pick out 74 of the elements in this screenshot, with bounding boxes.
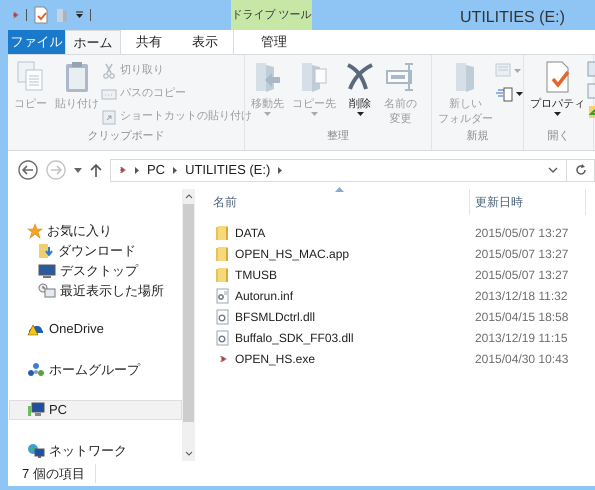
- sidebar-item[interactable]: ネットワーク: [9, 441, 182, 461]
- window-title: UTILITIES (E:): [460, 8, 565, 28]
- file-name[interactable]: OPEN_HS.exe: [235, 350, 316, 368]
- recent-locations-button[interactable]: [74, 168, 82, 172]
- modified-date: 2015/04/30 10:43: [474, 350, 568, 368]
- sidebar-item[interactable]: ダウンロード: [9, 241, 182, 261]
- file-name[interactable]: BFSMLDctrl.dll: [235, 308, 316, 326]
- column-header[interactable]: 更新日時: [469, 189, 579, 215]
- chevron-right-icon: [173, 166, 178, 174]
- computer-icon: [27, 402, 45, 418]
- sidebar-item[interactable]: 最近表示した場所: [9, 281, 182, 301]
- recent-places-icon: [38, 283, 56, 299]
- up-arrow-icon: [90, 163, 102, 177]
- gear-file-icon: [215, 330, 229, 346]
- ribbon-tab[interactable]: 共有: [121, 30, 177, 54]
- star-icon: [27, 223, 43, 239]
- shortcut-icon: [101, 108, 117, 124]
- ribbon-group-label: クリップボード: [86, 128, 166, 144]
- file-name[interactable]: Autorun.inf: [235, 286, 294, 304]
- ribbon-group-label: 新規: [466, 128, 490, 144]
- back-button[interactable]: [18, 160, 38, 180]
- file-name[interactable]: OPEN_HS_MAC.app: [235, 244, 350, 262]
- folder-icon: [55, 7, 69, 23]
- homegroup-icon: [27, 362, 45, 378]
- sidebar-item[interactable]: お気に入り: [9, 221, 182, 241]
- up-button[interactable]: [90, 163, 102, 177]
- sidebar-item[interactable]: ホームグループ: [9, 360, 182, 380]
- chevron-right-icon: [278, 166, 282, 174]
- folder-icon: [215, 246, 229, 262]
- modified-date: 2015/05/07 13:27: [474, 246, 568, 262]
- modified-date: 2015/04/15 18:58: [474, 308, 568, 326]
- new-item-icon: [495, 62, 511, 78]
- settings-file-icon: [215, 288, 229, 304]
- monitor-icon: [38, 264, 56, 278]
- download-folder-icon: [38, 243, 54, 259]
- modified-date: 2015/05/07 13:27: [474, 266, 568, 284]
- ribbon-tab[interactable]: ホーム: [65, 30, 121, 54]
- scroll-down-icon: [184, 451, 192, 456]
- gear-file-icon: [215, 308, 229, 324]
- ribbon-group-label: 整理: [326, 129, 350, 144]
- file-name[interactable]: Buffalo_SDK_FF03.dll: [235, 328, 354, 346]
- status-text: 7 個の項目: [22, 464, 96, 484]
- modified-date: 2013/12/19 11:15: [474, 330, 568, 346]
- breadcrumb[interactable]: UTILITIES (E:): [185, 160, 270, 180]
- caret-icon: [74, 168, 82, 172]
- sidebar-item[interactable]: デスクトップ: [9, 261, 182, 281]
- network-icon: [27, 443, 45, 459]
- chevron-right-icon: [135, 166, 139, 174]
- scrollbar[interactable]: [182, 189, 195, 461]
- folder-icon: [215, 266, 229, 282]
- file-name[interactable]: DATA: [235, 224, 266, 242]
- ribbon-tab[interactable]: ファイル: [8, 30, 65, 54]
- ribbon-tab[interactable]: 表示: [177, 30, 233, 54]
- properties-icon: [33, 6, 49, 24]
- column-header[interactable]: 名前: [213, 189, 469, 215]
- address-bar[interactable]: PC UTILITIES (E:): [110, 158, 595, 182]
- ribbon-button[interactable]: 削除: [342, 60, 378, 116]
- customize-caret-icon: [75, 11, 84, 19]
- scrollbar-thumb[interactable]: [183, 204, 194, 422]
- scissors-icon: [101, 62, 117, 78]
- file-name[interactable]: TMUSB: [235, 266, 277, 284]
- context-tab-label: ドライブ ツール: [231, 0, 312, 30]
- refresh-icon: [574, 164, 586, 176]
- chevron-down-icon: [548, 167, 558, 173]
- modified-date: 2013/12/18 11:32: [474, 288, 568, 304]
- folder-icon: [215, 224, 229, 240]
- sidebar-item[interactable]: PC: [9, 400, 182, 420]
- breadcrumb[interactable]: PC: [147, 160, 166, 180]
- scroll-up-icon: [184, 194, 192, 199]
- modified-date: 2015/05/07 13:27: [474, 224, 568, 242]
- easy-access-icon: [495, 84, 513, 102]
- ribbon-group-label: 開く: [546, 129, 570, 144]
- sidebar-item[interactable]: OneDrive: [9, 319, 182, 339]
- ribbon-button[interactable]: プロパティ: [528, 60, 587, 116]
